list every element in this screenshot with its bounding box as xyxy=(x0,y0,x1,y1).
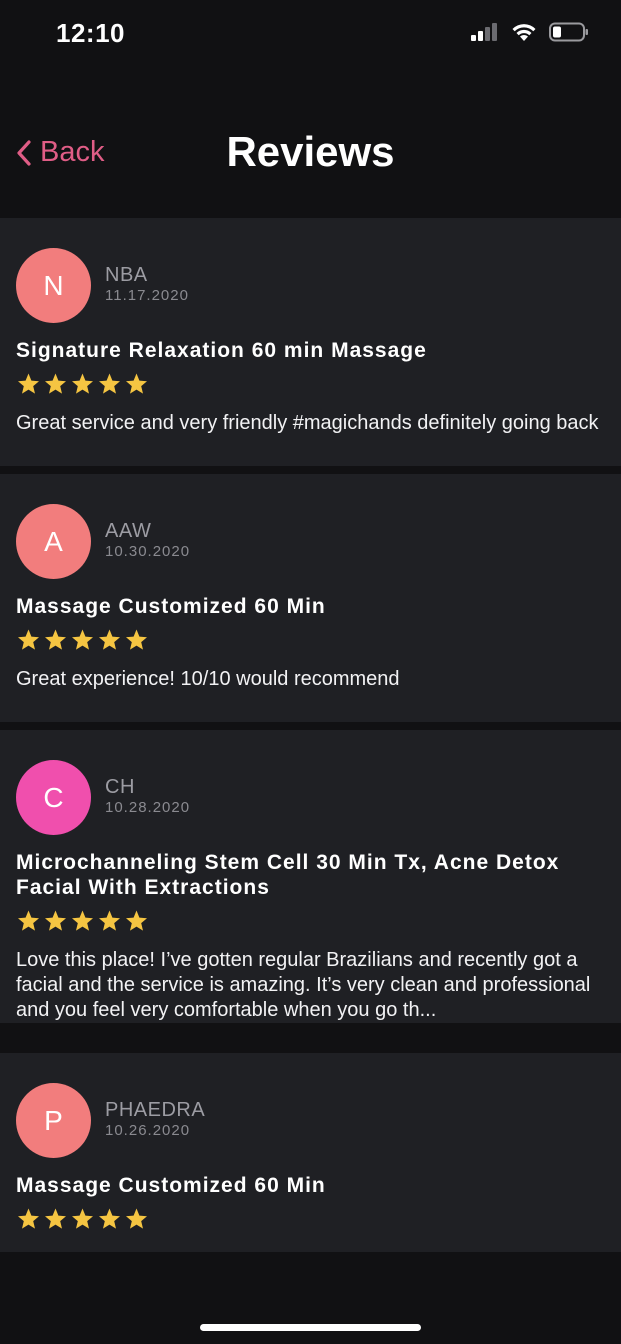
avatar: P xyxy=(16,1083,91,1158)
reviewer-name: NBA xyxy=(105,264,148,286)
review-header: A AAW 10.30.2020 xyxy=(16,504,605,579)
review-header: P PHAEDRA 10.26.2020 xyxy=(16,1083,605,1158)
status-icons xyxy=(471,22,589,42)
star-rating xyxy=(16,626,605,653)
review-card: N NBA 11.17.2020 Signature Relaxation 60… xyxy=(0,218,621,466)
star-icon xyxy=(72,373,93,394)
review-meta: AAW 10.30.2020 xyxy=(105,504,190,560)
star-rating xyxy=(16,370,605,397)
service-name: Microchanneling Stem Cell 30 Min Tx, Acn… xyxy=(16,851,560,899)
review-date: 10.30.2020 xyxy=(105,543,191,560)
star-icon xyxy=(18,373,39,394)
avatar: N xyxy=(16,248,91,323)
review-header: C CH 10.28.2020 xyxy=(16,760,605,835)
reviewer-name: AAW xyxy=(105,520,152,542)
avatar-initial: A xyxy=(44,525,63,557)
star-icon xyxy=(99,373,120,394)
star-icon xyxy=(99,910,120,931)
service-name: Signature Relaxation 60 min Massage xyxy=(16,339,427,362)
star-icon xyxy=(18,1208,39,1229)
star-icon xyxy=(99,629,120,650)
review-text[interactable]: Love this place! I’ve gotten regular Bra… xyxy=(16,948,605,1023)
review-card: A AAW 10.30.2020 Massage Customized 60 M… xyxy=(0,474,621,722)
star-rating xyxy=(16,907,605,934)
service-name: Massage Customized 60 Min xyxy=(16,1174,326,1197)
star-icon xyxy=(18,629,39,650)
wifi-icon xyxy=(512,24,536,41)
review-meta: CH 10.28.2020 xyxy=(105,760,190,816)
reviewer-name: PHAEDRA xyxy=(105,1099,206,1121)
review-card: C CH 10.28.2020 Microchanneling Stem Cel… xyxy=(0,730,621,1023)
star-icon xyxy=(72,1208,93,1229)
page-title: Reviews xyxy=(226,128,395,175)
star-icon xyxy=(45,373,66,394)
star-icon xyxy=(45,1208,66,1229)
star-icon xyxy=(126,910,147,931)
avatar-initial: C xyxy=(43,781,64,813)
review-text: Great service and very friendly #magicha… xyxy=(16,412,599,434)
battery-icon xyxy=(549,22,588,42)
star-rating xyxy=(16,1205,605,1232)
reviews-list: N NBA 11.17.2020 Signature Relaxation 60… xyxy=(0,218,621,1252)
review-date: 10.26.2020 xyxy=(105,1122,191,1139)
star-icon xyxy=(126,1208,147,1229)
review-card: P PHAEDRA 10.26.2020 Massage Customized … xyxy=(0,1053,621,1252)
star-icon xyxy=(126,373,147,394)
status-bar: 12:10 xyxy=(0,0,621,70)
avatar-initial: P xyxy=(44,1104,63,1136)
star-icon xyxy=(45,629,66,650)
avatar-initial: N xyxy=(43,269,64,301)
avatar: C xyxy=(16,760,91,835)
star-icon xyxy=(126,629,147,650)
star-icon xyxy=(99,1208,120,1229)
review-meta: PHAEDRA 10.26.2020 xyxy=(105,1083,205,1139)
review-date: 10.28.2020 xyxy=(105,799,191,816)
home-indicator[interactable] xyxy=(200,1324,421,1331)
avatar: A xyxy=(16,504,91,579)
review-date: 11.17.2020 xyxy=(105,287,189,304)
star-icon xyxy=(72,629,93,650)
status-time: 12:10 xyxy=(56,18,125,48)
review-meta: NBA 11.17.2020 xyxy=(105,248,189,304)
star-icon xyxy=(45,910,66,931)
reviewer-name: CH xyxy=(105,776,135,798)
service-name: Massage Customized 60 Min xyxy=(16,595,326,618)
star-icon xyxy=(72,910,93,931)
review-text: Great experience! 10/10 would recommend xyxy=(16,668,400,690)
nav-bar: Back Reviews xyxy=(0,110,621,200)
review-header: N NBA 11.17.2020 xyxy=(16,248,605,323)
cellular-signal-icon xyxy=(471,23,497,41)
star-icon xyxy=(18,910,39,931)
